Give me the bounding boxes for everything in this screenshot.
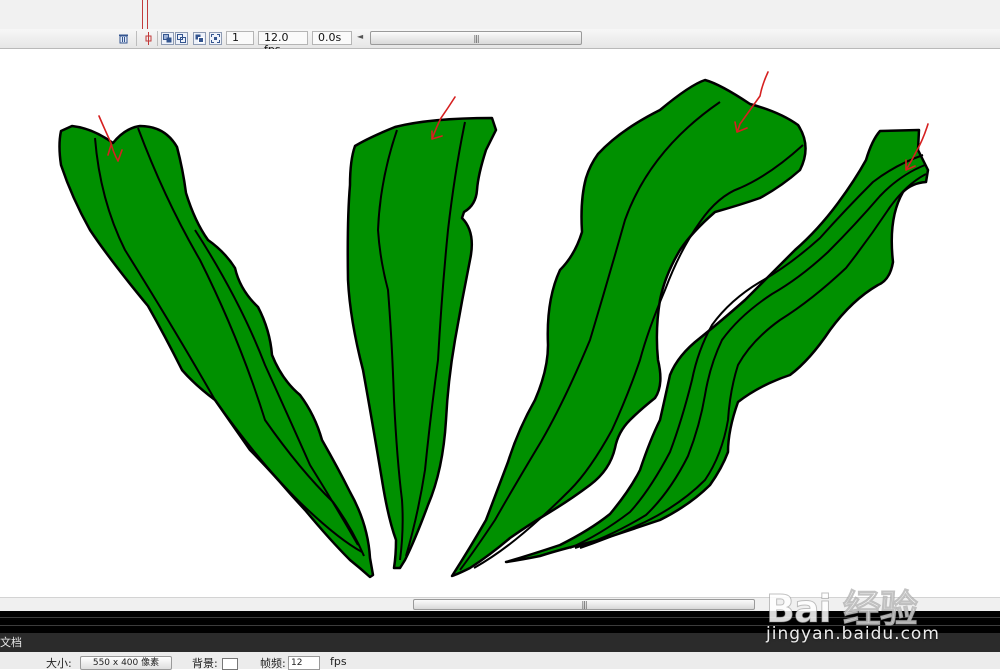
scroll-grip-icon: ||| (473, 34, 479, 43)
onion-skin-icon[interactable] (161, 32, 174, 45)
leaf-1-body (58, 124, 375, 579)
leaf-2[interactable] (346, 116, 498, 570)
scroll-thumb[interactable]: ||| (413, 599, 755, 610)
edit-multiple-frames-icon[interactable] (193, 32, 206, 45)
leaf-1[interactable] (58, 124, 375, 579)
panel-divider (0, 611, 1000, 633)
modify-onion-markers-icon[interactable] (209, 32, 222, 45)
properties-panel-title: 文档 (0, 633, 1000, 652)
frame-rate-input[interactable]: 12 (288, 656, 320, 670)
center-frame-icon[interactable] (142, 32, 155, 45)
leaf-2-body (346, 116, 498, 570)
frame-rate-unit: fps (330, 655, 347, 668)
scroll-left-arrow-icon[interactable]: ◄ (357, 32, 363, 41)
stage-canvas[interactable] (0, 49, 1000, 597)
elapsed-time-field: 0.0s (312, 31, 352, 45)
timeline-status-bar: 1 12.0 fps 0.0s ◄ ||| (0, 29, 1000, 56)
frame-rate-field: 12.0 fps (258, 31, 308, 56)
current-frame-field: 1 (226, 31, 254, 45)
document-size-button[interactable]: 550 x 400 像素 (80, 656, 172, 670)
panel-title-text: 文档 (0, 636, 22, 649)
separator (136, 31, 137, 46)
background-color-swatch[interactable] (222, 658, 238, 670)
properties-panel: 大小: 550 x 400 像素 背景: 帧频: 12 fps (0, 652, 1000, 670)
onion-skin-outline-icon[interactable] (175, 32, 188, 45)
playhead-icon[interactable] (142, 0, 148, 29)
separator (157, 31, 158, 46)
stage-artwork (58, 71, 930, 579)
stage-horizontal-scrollbar[interactable]: ||| (0, 597, 1000, 612)
trash-icon[interactable] (117, 32, 130, 45)
scroll-grip-icon: ||| (581, 600, 587, 609)
timeline-scrollbar[interactable]: ||| (370, 31, 582, 45)
timeline-frames-area[interactable] (0, 0, 1000, 30)
